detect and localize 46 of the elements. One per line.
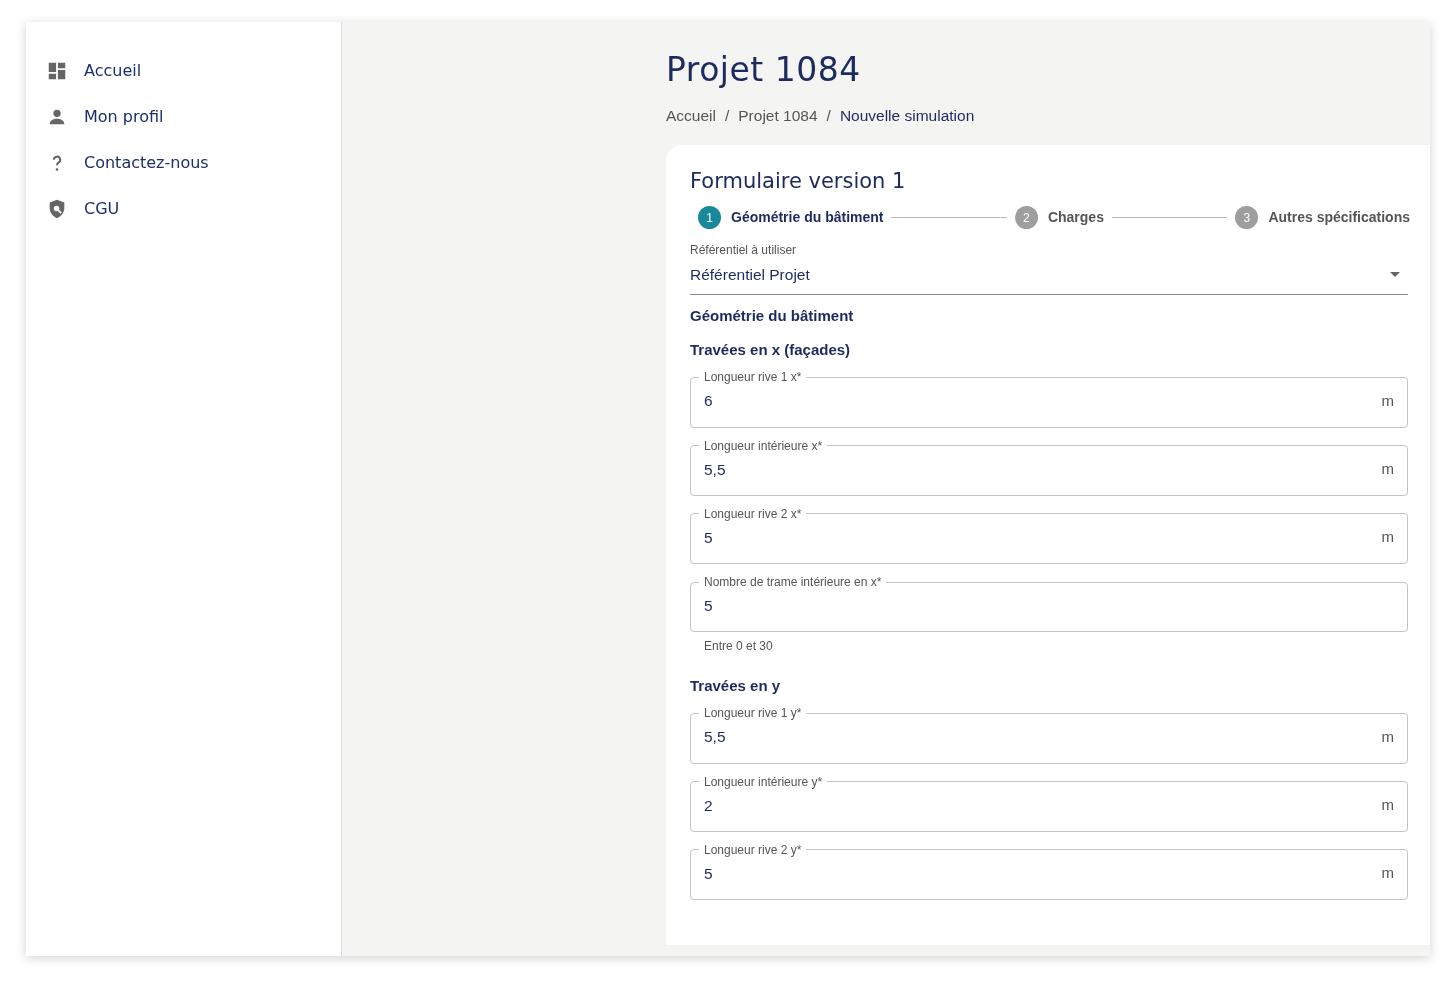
unit-label: m	[1381, 390, 1394, 411]
select-value: Référentiel Projet	[690, 265, 810, 286]
page-title: Projet 1084	[666, 50, 862, 90]
unit-label: m	[1381, 863, 1394, 884]
form-title: Formulaire version 1	[690, 168, 907, 195]
field-label: Nombre de trame intérieure en x*	[703, 574, 883, 591]
field-value: 6	[704, 391, 713, 412]
breadcrumb-separator: /	[724, 105, 730, 126]
group-title: Travées en x (façades)	[690, 341, 852, 360]
field-label: Longueur rive 2 y*	[703, 841, 803, 858]
input-field[interactable]: Longueur rive 1 y* 5,5 m	[690, 705, 1408, 764]
breadcrumb-separator: /	[826, 105, 831, 126]
sidebar-item[interactable]: Contactez-nous	[46, 140, 209, 186]
unit-label: m	[1381, 458, 1394, 479]
group-title: Travées en y	[690, 677, 782, 696]
field-value: 5,5	[704, 727, 726, 748]
unit-label: m	[1381, 726, 1394, 747]
field-value: 5	[704, 527, 713, 548]
sidebar-item[interactable]: Mon profil	[46, 94, 164, 140]
field-label: Longueur rive 1 x*	[703, 369, 803, 386]
field-value: 5	[704, 596, 713, 617]
field-value: 5,5	[704, 459, 726, 480]
unit-label: m	[1381, 527, 1394, 548]
field-value: 2	[704, 795, 713, 816]
sidebar-item[interactable]: CGU	[46, 186, 120, 232]
grid-icon	[46, 60, 68, 82]
section-title: Géométrie du bâtiment	[690, 307, 855, 326]
helper-text: Entre 0 et 30	[704, 638, 773, 656]
breadcrumb-link[interactable]: Accueil	[666, 103, 716, 127]
input-field[interactable]: Longueur rive 1 x* 6 m	[690, 369, 1408, 428]
field-value: 5	[704, 863, 713, 884]
field-label: Longueur rive 2 x*	[703, 505, 803, 522]
caret-icon	[1390, 272, 1400, 278]
step-label[interactable]: Géométrie du bâtiment	[731, 207, 884, 229]
step-label[interactable]: Charges	[1047, 207, 1104, 229]
field-label: Référentiel à utiliser	[690, 242, 797, 260]
step-label[interactable]: Autres spécifications	[1268, 207, 1410, 229]
sidebar-item[interactable]: Accueil	[46, 48, 142, 94]
step-number[interactable]: 1	[698, 206, 721, 230]
field-label: Longueur intérieure y*	[703, 773, 824, 790]
input-field[interactable]: Nombre de trame intérieure en x* 5	[690, 574, 1408, 633]
select-field[interactable]: Référentiel à utiliser Référentiel Projet	[690, 241, 1408, 296]
unit-label: m	[1381, 794, 1394, 815]
field-label: Longueur intérieure x*	[703, 437, 824, 454]
field-label: Longueur rive 1 y*	[703, 705, 803, 722]
breadcrumb-link[interactable]: Projet 1084	[738, 103, 818, 127]
